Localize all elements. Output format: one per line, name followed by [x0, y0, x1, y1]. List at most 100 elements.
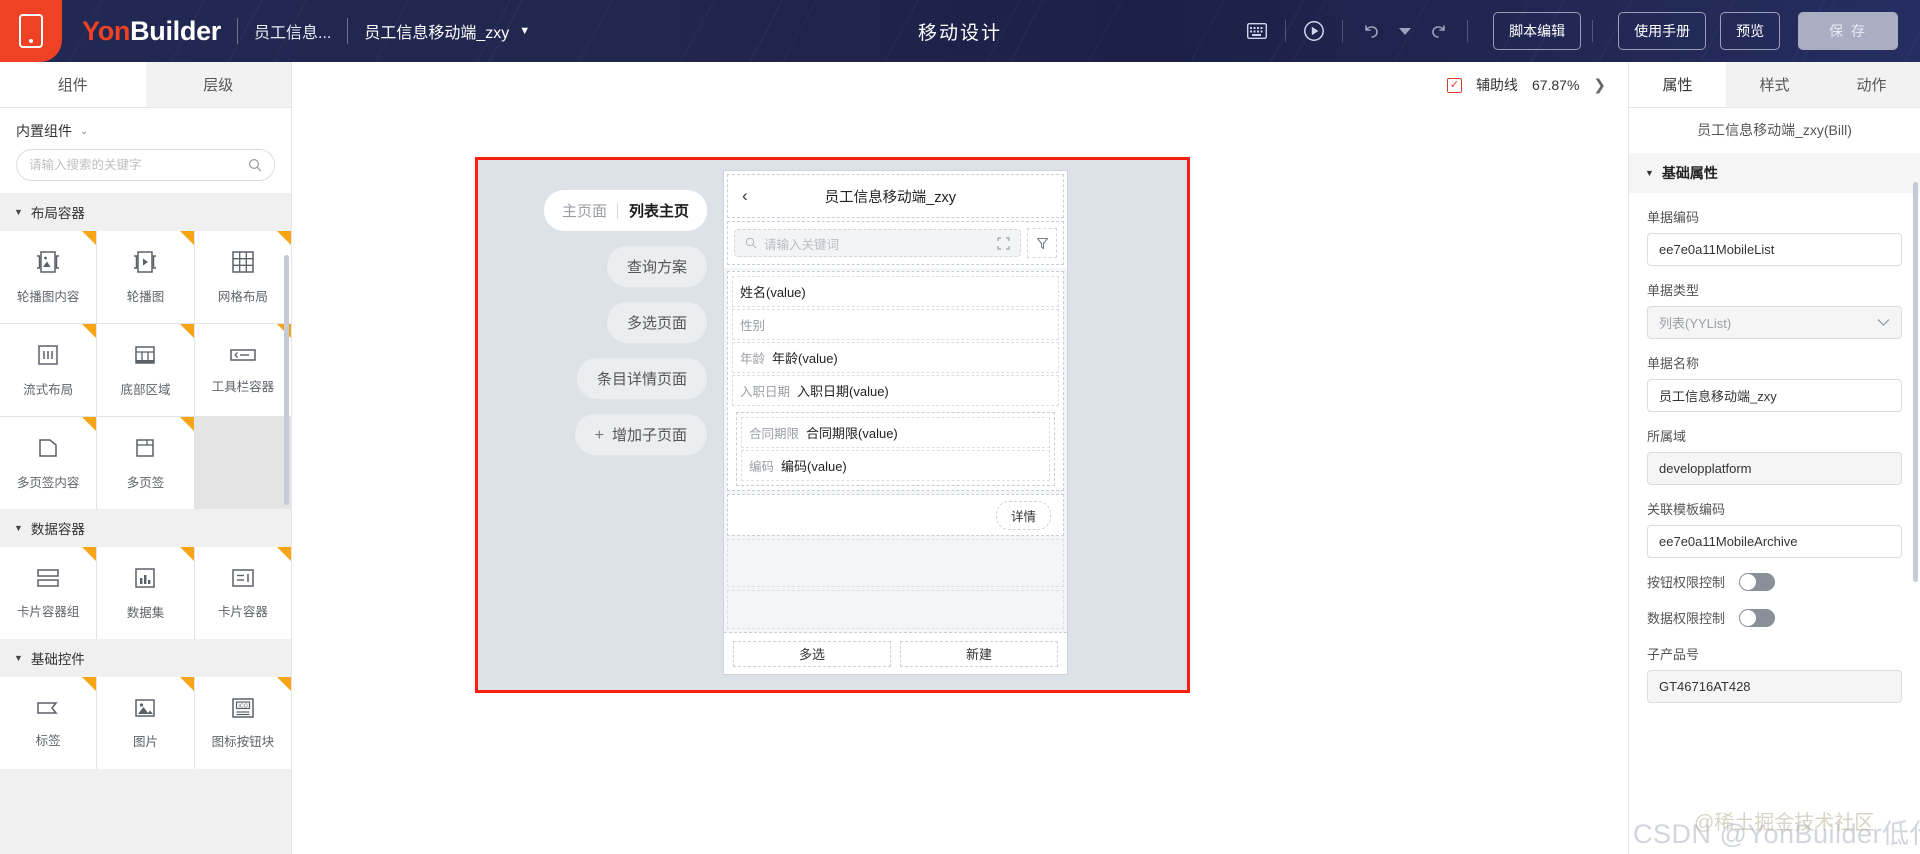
save-button[interactable]: 保 存 — [1798, 12, 1898, 50]
row-label: 年龄 — [740, 352, 766, 366]
phone-filter-button[interactable] — [1027, 228, 1057, 258]
bill-type-select[interactable]: 列表(YYList) — [1647, 306, 1902, 339]
tab-components[interactable]: 组件 — [0, 62, 146, 108]
component-carousel[interactable]: 轮播图 — [97, 231, 194, 323]
preview-button[interactable]: 预览 — [1720, 12, 1781, 50]
triangle-down-icon: ▼ — [14, 653, 23, 663]
keyboard-icon[interactable] — [1240, 14, 1274, 48]
builtin-components-header[interactable]: 内置组件 ⌄ — [0, 108, 291, 149]
field-bill-type: 单据类型 列表(YYList) — [1647, 280, 1902, 339]
zoom-level[interactable]: 67.87% — [1532, 77, 1579, 93]
component-image[interactable]: 图片 — [97, 677, 194, 769]
detail-button[interactable]: 详情 — [995, 500, 1051, 530]
component-carousel-content[interactable]: 轮播图内容 — [0, 231, 97, 323]
component-tab-content[interactable]: 多页签内容 — [0, 417, 97, 509]
bill-name-input[interactable]: 员工信息移动端_zxy — [1647, 379, 1902, 412]
header-actions: 脚本编辑 使用手册 预览 保 存 — [1240, 12, 1920, 50]
component-icon-button-block[interactable]: ICO 图标按钮块 — [194, 677, 291, 769]
new-button[interactable]: 新建 — [900, 640, 1058, 667]
properties-panel: 属性 样式 动作 员工信息移动端_zxy(Bill) ▼ 基础属性 单据编码 e… — [1628, 62, 1920, 854]
add-subpage-button[interactable]: + 增加子页面 — [574, 414, 707, 455]
group-data-containers[interactable]: ▼ 数据容器 — [0, 509, 291, 547]
field-template-code: 关联模板编码 ee7e0a11MobileArchive — [1647, 499, 1902, 558]
row-value: 合同期限(value) — [806, 426, 898, 441]
component-label: 数据集 — [126, 605, 165, 620]
phone-search-box[interactable]: 请输入关键词 — [734, 229, 1021, 257]
component-card-group[interactable]: 卡片容器组 — [0, 547, 97, 639]
selected-object-name: 员工信息移动端_zxy(Bill) — [1697, 122, 1852, 138]
button-permission-toggle[interactable] — [1739, 572, 1776, 591]
tab-style[interactable]: 样式 — [1726, 62, 1823, 108]
page-item-item-detail[interactable]: 条目详情页面 — [576, 358, 707, 399]
component-label-ctrl[interactable]: 标签 — [0, 677, 97, 769]
tab-properties[interactable]: 属性 — [1629, 62, 1726, 108]
field-label: 关联模板编码 — [1647, 502, 1726, 517]
phone-content: 姓名(value) 性别 年龄 年龄(value) 入职日期 入职日期(valu… — [724, 268, 1067, 632]
brand-yon: Yon — [82, 15, 131, 46]
template-code-input[interactable]: ee7e0a11MobileArchive — [1647, 525, 1902, 558]
flow-layout-icon — [36, 343, 60, 370]
manual-button[interactable]: 使用手册 — [1618, 12, 1707, 50]
scan-icon[interactable] — [997, 236, 1010, 250]
multi-select-button[interactable]: 多选 — [733, 640, 891, 667]
layout-components-grid: 轮播图内容 轮播图 网格布局 流式布局 底部区域 工具栏容器 多页签内容 多页签 — [0, 231, 291, 509]
page-list: 主页面 列表主页 查询方案 多选页面 条目详情页面 + 增加子页面 — [478, 160, 723, 455]
chevron-down-icon: ⌄ — [80, 125, 89, 137]
search-input[interactable] — [29, 158, 248, 172]
basic-properties-section[interactable]: ▼ 基础属性 — [1629, 153, 1920, 193]
component-search-box[interactable] — [16, 149, 275, 181]
history-dropdown-icon[interactable] — [1388, 14, 1422, 48]
phone-detail-row: 详情 — [727, 494, 1064, 536]
property-fields: 单据编码 ee7e0a11MobileList 单据类型 列表(YYList) … — [1629, 193, 1920, 854]
component-bottom-area[interactable]: 底部区域 — [97, 324, 194, 416]
page-item-query-scheme[interactable]: 查询方案 — [606, 246, 707, 287]
row-value: 年龄(value) — [772, 351, 838, 366]
tab-hierarchy[interactable]: 层级 — [145, 62, 291, 108]
components-scroll-area: ▼ 布局容器 轮播图内容 轮播图 网格布局 流式布局 底部区域 工具栏容器 多页… — [0, 193, 291, 854]
phone-empty-block-1 — [727, 539, 1064, 587]
component-label: 轮播图 — [126, 289, 165, 304]
basic-components-grid: 标签 图片 ICO 图标按钮块 — [0, 677, 291, 769]
card-row: 合同期限 合同期限(value) — [741, 417, 1050, 448]
component-card-container[interactable]: 卡片容器 — [194, 547, 291, 639]
component-label: 工具栏容器 — [211, 379, 275, 394]
component-toolbar-container[interactable]: 工具栏容器 — [194, 324, 291, 416]
chevron-right-icon[interactable]: ❯ — [1593, 76, 1606, 94]
script-edit-button[interactable]: 脚本编辑 — [1493, 12, 1582, 50]
chevron-down-icon — [1877, 319, 1890, 326]
component-label: 图标按钮块 — [211, 734, 275, 749]
component-label: 多页签内容 — [16, 475, 80, 490]
bill-code-input[interactable]: ee7e0a11MobileList — [1647, 233, 1902, 266]
chevron-down-icon[interactable]: ▼ — [519, 25, 530, 37]
page-item-main-list[interactable]: 主页面 列表主页 — [543, 190, 707, 231]
guideline-checkbox[interactable]: ✓ — [1446, 77, 1462, 93]
brand-builder: Builder — [130, 15, 222, 46]
group-basic-controls[interactable]: ▼ 基础控件 — [0, 639, 291, 677]
play-circle-icon[interactable] — [1297, 14, 1331, 48]
page-item-multi-select[interactable]: 多选页面 — [606, 302, 707, 343]
breadcrumb-app[interactable]: 员工信息... — [254, 19, 331, 43]
toolbar-container-icon — [229, 346, 257, 367]
app-logo[interactable] — [0, 0, 62, 62]
icon-button-block-icon: ICO — [230, 697, 256, 722]
tab-content-icon — [36, 436, 60, 463]
component-flow-layout[interactable]: 流式布局 — [0, 324, 97, 416]
group-title-label: 数据容器 — [30, 522, 85, 537]
component-dataset[interactable]: 数据集 — [97, 547, 194, 639]
left-panel-scrollbar[interactable] — [284, 255, 289, 505]
redo-icon[interactable] — [1422, 14, 1456, 48]
data-permission-toggle[interactable] — [1739, 608, 1776, 627]
phone-card[interactable]: 姓名(value) 性别 年龄 年龄(value) 入职日期 入职日期(valu… — [727, 271, 1064, 491]
tab-action[interactable]: 动作 — [1823, 62, 1920, 108]
undo-icon[interactable] — [1354, 14, 1388, 48]
search-icon — [248, 158, 262, 172]
group-layout-containers[interactable]: ▼ 布局容器 — [0, 193, 291, 231]
card-row: 编码 编码(value) — [741, 450, 1050, 481]
component-grid-layout[interactable]: 网格布局 — [194, 231, 291, 323]
right-panel-scrollbar[interactable] — [1913, 182, 1918, 582]
page-item-label: 列表主页 — [628, 203, 689, 220]
phone-search-placeholder: 请输入关键词 — [764, 237, 840, 252]
component-tabs[interactable]: 多页签 — [97, 417, 194, 509]
component-label: 图片 — [132, 734, 158, 749]
breadcrumb-page[interactable]: 员工信息移动端_zxy — [364, 19, 509, 43]
